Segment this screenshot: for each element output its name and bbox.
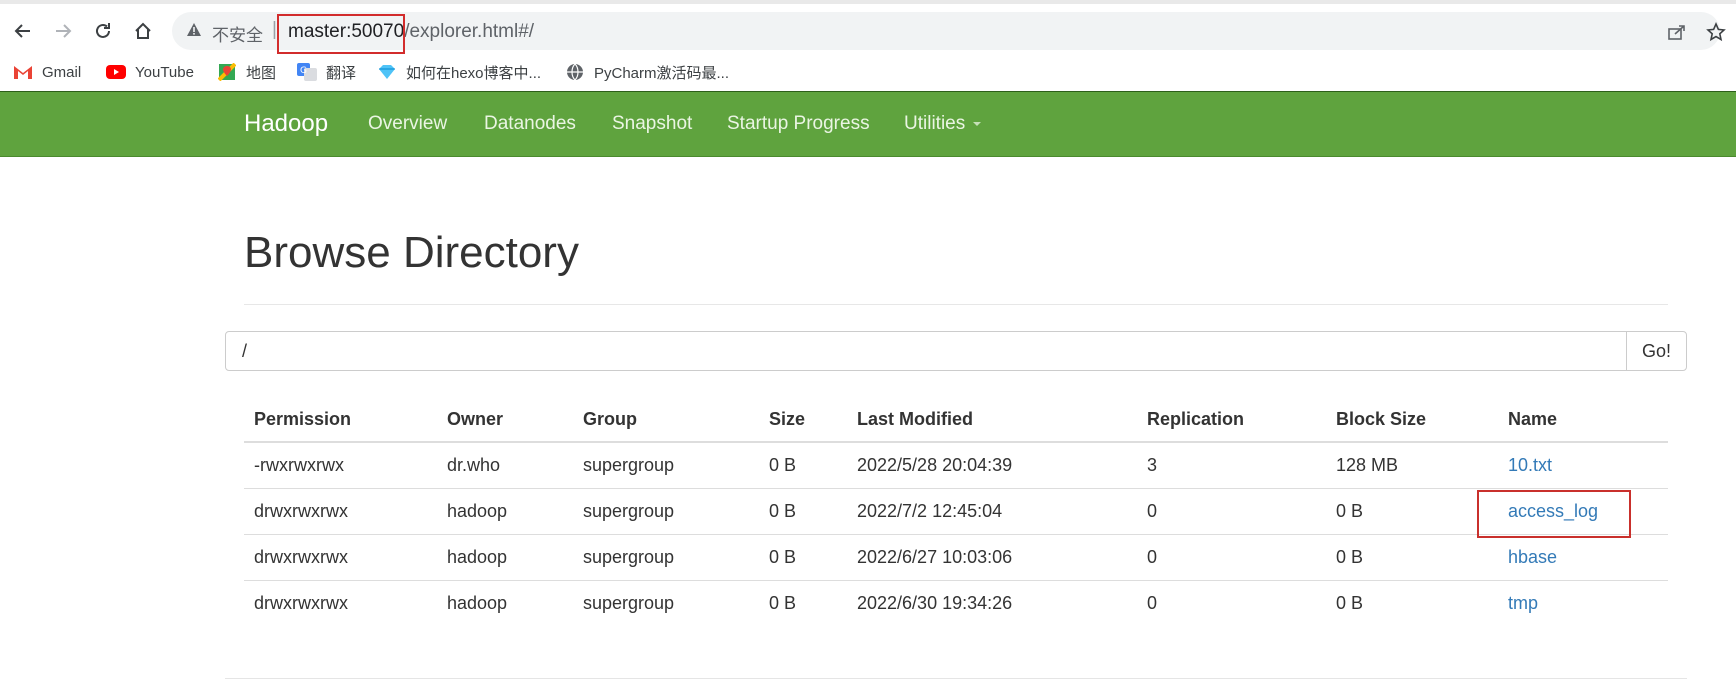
- hadoop-navbar: Hadoop Overview Datanodes Snapshot Start…: [0, 91, 1736, 157]
- cell-group: supergroup: [583, 593, 675, 613]
- cell-last-modified: 2022/6/27 10:03:06: [847, 534, 1137, 581]
- nav-overview[interactable]: Overview: [368, 113, 447, 135]
- cell-group: supergroup: [573, 488, 759, 535]
- cell-replication: 0: [1137, 488, 1326, 535]
- security-label[interactable]: 不安全: [212, 21, 263, 46]
- table-row: -rwxrwxrwx dr.who supergroup 0 B 2022/5/…: [244, 442, 1668, 489]
- nav-snapshot[interactable]: Snapshot: [612, 113, 692, 135]
- cell-size: 0 B: [759, 442, 847, 489]
- diamond-icon: [376, 63, 398, 81]
- cell-permission: drwxrwxrwx: [244, 534, 437, 581]
- cell-block-size: 0 B: [1326, 488, 1498, 535]
- bookmark-label: 翻译: [326, 64, 357, 82]
- warning-triangle-icon: [186, 22, 202, 43]
- file-link-hbase[interactable]: hbase: [1508, 547, 1557, 567]
- bookmark-maps[interactable]: 地图: [216, 58, 276, 86]
- caret-down-icon: [973, 121, 982, 126]
- cell-owner: hadoop: [437, 534, 573, 581]
- header-block-size[interactable]: Block Size: [1326, 397, 1498, 443]
- bookmark-label: YouTube: [135, 63, 194, 81]
- cell-replication: 0: [1137, 534, 1326, 581]
- cell-block-size: 0 B: [1326, 534, 1498, 581]
- browser-toolbar: 不安全 | master:50070/explorer.html#/: [0, 0, 1736, 54]
- cell-owner: dr.who: [437, 442, 573, 489]
- bookmark-hexo[interactable]: 如何在hexo博客中...: [376, 58, 541, 86]
- nav-datanodes[interactable]: Datanodes: [484, 113, 576, 135]
- bookmark-star-icon[interactable]: [1706, 22, 1726, 47]
- table-row: drwxrwxrwx hadoop supergroup 0 B 2022/6/…: [244, 581, 1668, 627]
- navbar-brand[interactable]: Hadoop: [244, 110, 328, 138]
- globe-icon: [564, 63, 586, 81]
- cell-owner: hadoop: [447, 593, 508, 613]
- nav-utilities-label: Utilities: [904, 113, 966, 134]
- bookmark-youtube[interactable]: YouTube: [105, 58, 194, 86]
- home-button[interactable]: [128, 16, 158, 46]
- forward-button[interactable]: [48, 16, 78, 46]
- cell-last-modified: 2022/5/28 20:04:39: [847, 442, 1137, 489]
- cell-group: supergroup: [573, 534, 759, 581]
- cell-name: tmp: [1498, 581, 1668, 627]
- cell-replication: 3: [1137, 442, 1326, 489]
- access-log-annotation-box: [1477, 490, 1631, 538]
- nav-startup-progress[interactable]: Startup Progress: [727, 113, 870, 135]
- footer-divider: [225, 678, 1687, 679]
- svg-text:G: G: [300, 66, 307, 76]
- go-button[interactable]: Go!: [1626, 331, 1687, 371]
- forward-arrow-icon: [56, 24, 72, 38]
- bookmarks-bar: Gmail YouTube 地图 G 翻译 如何在hexo博客中... PyCh…: [0, 54, 1736, 90]
- header-owner[interactable]: Owner: [437, 397, 573, 443]
- directory-path-input[interactable]: [225, 331, 1627, 371]
- header-replication[interactable]: Replication: [1137, 397, 1326, 443]
- header-size[interactable]: Size: [759, 397, 847, 443]
- header-name[interactable]: Name: [1498, 397, 1668, 443]
- nav-utilities[interactable]: Utilities: [904, 113, 982, 135]
- header-group[interactable]: Group: [573, 397, 759, 443]
- table-header-row: Permission Owner Group Size Last Modifie…: [244, 397, 1668, 443]
- bookmark-pycharm[interactable]: PyCharm激活码最...: [564, 58, 729, 86]
- page-title: Browse Directory: [244, 228, 579, 277]
- translate-icon: G: [296, 63, 318, 81]
- back-arrow-icon: [14, 24, 30, 38]
- bookmark-label: 如何在hexo博客中...: [406, 64, 542, 82]
- cell-name: 10.txt: [1498, 442, 1668, 489]
- file-link-tmp[interactable]: tmp: [1508, 593, 1538, 613]
- back-button[interactable]: [8, 16, 38, 46]
- cell-last-modified: 2022/6/30 19:34:26: [857, 593, 1013, 613]
- cell-replication: 0: [1147, 593, 1158, 613]
- bookmark-label: PyCharm激活码最...: [594, 64, 730, 82]
- home-icon: [135, 22, 151, 39]
- cell-name: hbase: [1498, 534, 1668, 581]
- table-row: drwxrwxrwx hadoop supergroup 0 B 2022/6/…: [244, 534, 1668, 581]
- table-row: drwxrwxrwx hadoop supergroup 0 B 2022/7/…: [244, 488, 1668, 535]
- cell-block-size: 0 B: [1336, 593, 1364, 613]
- cell-owner: hadoop: [437, 488, 573, 535]
- url-annotation-box: [277, 14, 405, 54]
- cell-permission: drwxrwxrwx: [254, 593, 348, 613]
- cell-group: supergroup: [573, 442, 759, 489]
- url-path: /explorer.html#/: [404, 21, 535, 42]
- cell-permission: -rwxrwxrwx: [244, 442, 437, 489]
- reload-button[interactable]: [88, 16, 118, 46]
- youtube-icon: [105, 63, 127, 81]
- gmail-icon: [12, 63, 34, 81]
- cell-size: 0 B: [759, 488, 847, 535]
- bookmark-gmail[interactable]: Gmail: [12, 58, 81, 86]
- bookmark-label: 地图: [246, 64, 277, 82]
- cell-last-modified: 2022/7/2 12:45:04: [847, 488, 1137, 535]
- title-divider: [244, 304, 1668, 305]
- cell-block-size: 128 MB: [1326, 442, 1498, 489]
- header-last-modified[interactable]: Last Modified: [847, 397, 1137, 443]
- share-icon[interactable]: [1668, 24, 1686, 45]
- file-link-10-txt[interactable]: 10.txt: [1508, 455, 1552, 475]
- cell-size: 0 B: [759, 534, 847, 581]
- cell-permission: drwxrwxrwx: [244, 488, 437, 535]
- maps-icon: [216, 63, 238, 81]
- file-listing-table: Permission Owner Group Size Last Modifie…: [244, 397, 1668, 626]
- header-permission[interactable]: Permission: [244, 397, 437, 443]
- bookmark-label: Gmail: [42, 63, 82, 81]
- reload-icon: [96, 23, 110, 38]
- bookmark-translate[interactable]: G 翻译: [296, 58, 356, 86]
- cell-size: 0 B: [769, 593, 797, 613]
